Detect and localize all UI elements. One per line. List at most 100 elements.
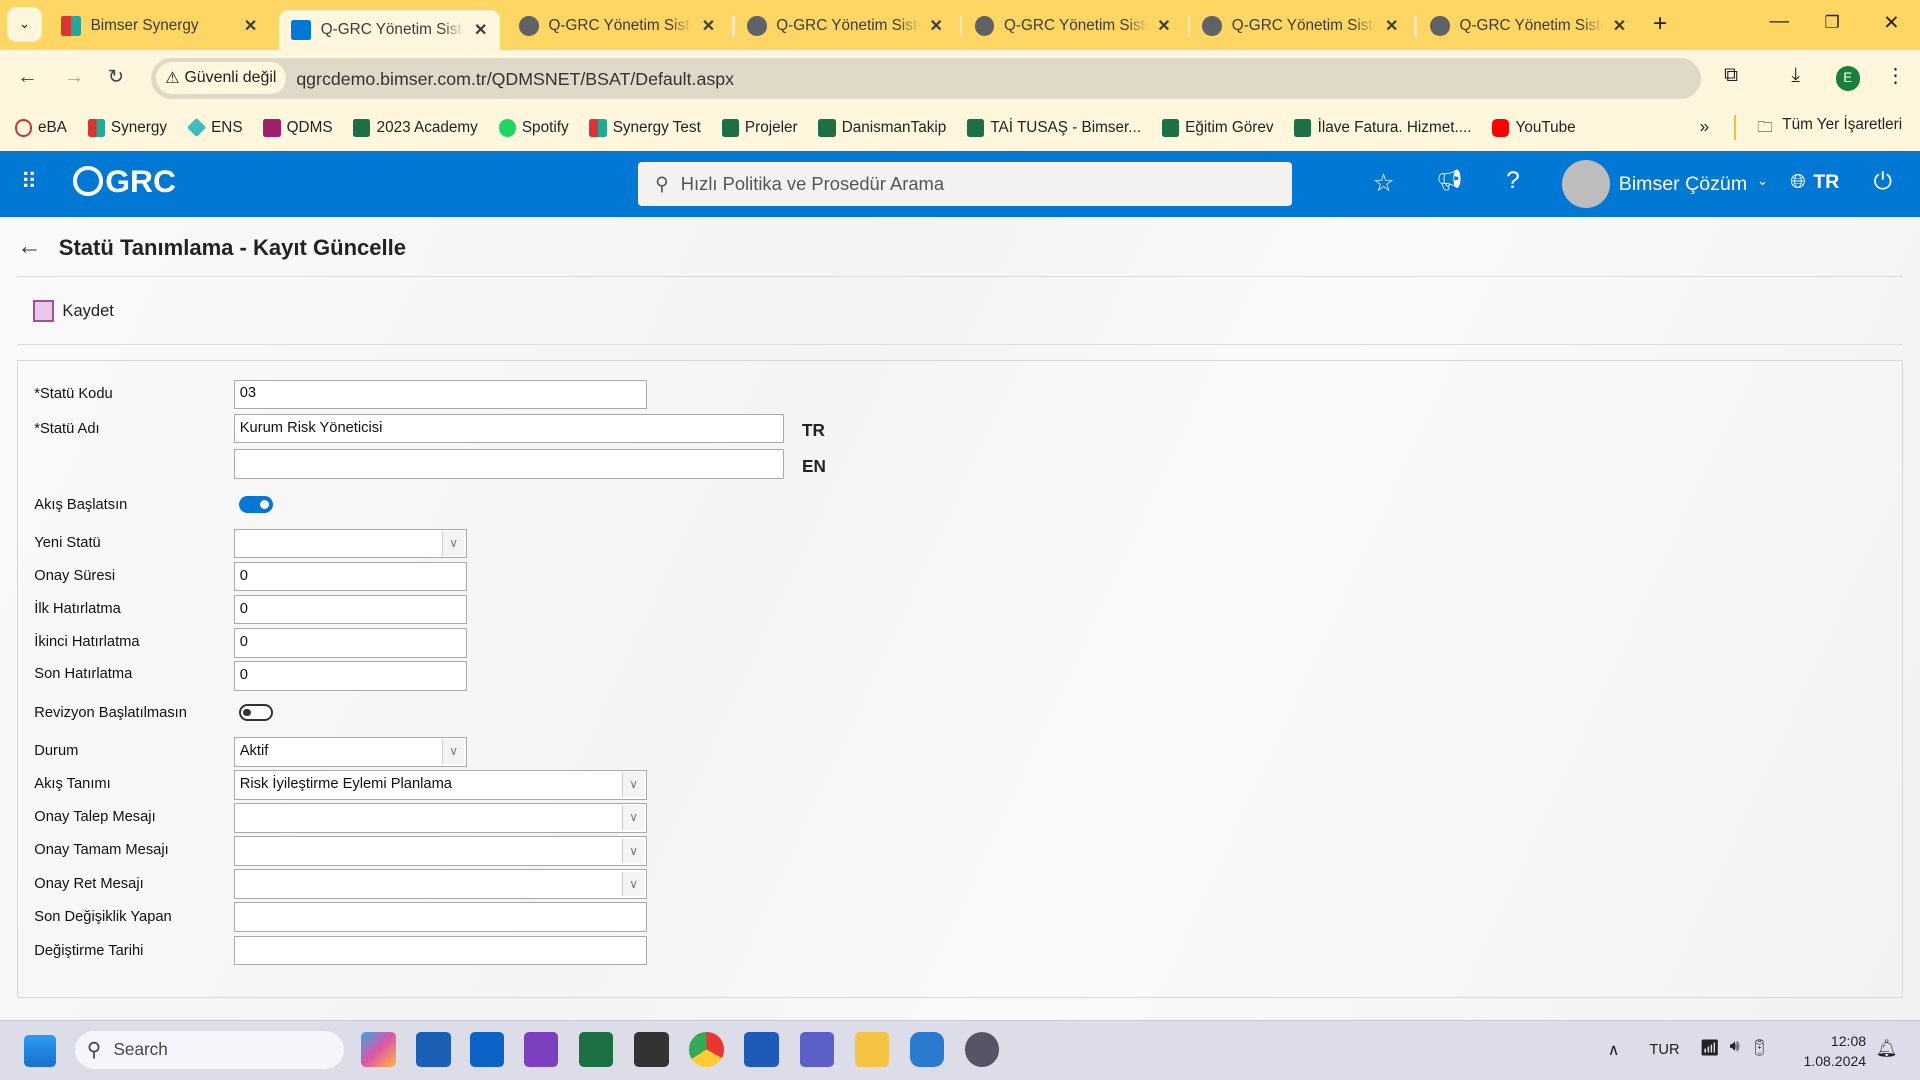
reload-icon[interactable]: ↻ [108, 65, 124, 89]
start-flow-toggle[interactable] [238, 495, 274, 514]
language-selector[interactable]: 🌐︎ TR [1790, 171, 1839, 194]
tab-qgrc[interactable]: Q-GRC Yönetim Sistemi ✕ [1190, 7, 1410, 44]
url-text[interactable]: qgrcdemo.bimser.com.tr/QDMSNET/BSAT/Defa… [296, 69, 734, 90]
bookmark-2023-academy[interactable]: 2023 Academy [353, 119, 478, 137]
extensions-icon[interactable]: ⧉ [1724, 64, 1738, 87]
tab-bimser-synergy[interactable]: Bimser Synergy ✕ [49, 7, 269, 44]
bookmark-egitim-gorev[interactable]: Eğitim Görev [1161, 119, 1274, 137]
all-bookmarks[interactable]: 🗀 Tüm Yer İşaretleri [1757, 116, 1902, 142]
chevron-down-icon[interactable]: ∨ [442, 739, 465, 764]
bookmark-label: İlave Fatura. Hizmet.... [1317, 118, 1472, 136]
back-arrow-icon[interactable]: ← [17, 233, 41, 261]
system-tray[interactable]: 📶︎ 🔊︎ 🔋︎ [1700, 1038, 1770, 1058]
tab-qgrc-active[interactable]: Q-GRC Yönetim Sistemi ✕ [279, 9, 500, 51]
input-language[interactable]: TUR [1649, 1042, 1679, 1058]
menu-icon[interactable]: ⋮ [1886, 64, 1906, 88]
user-menu[interactable]: Bimser Çözüm ⌄ [1619, 173, 1768, 196]
approval-done-msg-select[interactable]: ∨ [233, 836, 647, 866]
first-reminder-input[interactable]: 0 [233, 595, 467, 625]
profile-avatar[interactable]: E [1835, 66, 1860, 91]
file-explorer-icon[interactable] [854, 1032, 889, 1067]
close-tab-icon[interactable]: ✕ [1385, 16, 1398, 36]
app-launcher-icon[interactable]: ⠿ [21, 169, 37, 195]
chevron-down-icon[interactable]: ∨ [622, 772, 645, 797]
close-window-button[interactable]: ✕ [1883, 11, 1899, 35]
minimize-button[interactable]: — [1769, 10, 1789, 33]
close-tab-icon[interactable]: ✕ [1613, 16, 1626, 36]
bookmark-danismantakip[interactable]: DanismanTakip [818, 119, 946, 137]
chevron-down-icon[interactable]: ∨ [622, 805, 645, 830]
state-select[interactable]: Aktif ∨ [233, 737, 467, 767]
bookmark-synergy[interactable]: Synergy [87, 119, 167, 137]
sticky-notes-icon[interactable] [634, 1032, 669, 1067]
bookmark-youtube[interactable]: YouTube [1492, 119, 1576, 137]
bookmark-ens[interactable]: ENS [186, 118, 243, 138]
tab-qgrc[interactable]: Q-GRC Yönetim Sistemi ✕ [1418, 7, 1638, 44]
close-tab-icon[interactable]: ✕ [474, 20, 487, 40]
close-tab-icon[interactable]: ✕ [702, 16, 715, 36]
modified-date-input[interactable] [233, 935, 647, 965]
settings-gear-icon[interactable] [964, 1032, 1000, 1067]
bookmark-synergy-test[interactable]: Synergy Test [589, 119, 701, 137]
user-avatar[interactable] [1562, 160, 1611, 209]
onenote-icon[interactable] [524, 1032, 559, 1067]
status-code-input[interactable]: 03 [233, 379, 647, 409]
chrome-icon[interactable] [689, 1032, 724, 1067]
copilot-icon[interactable] [361, 1032, 396, 1067]
logout-power-icon[interactable]: ⏻ [1873, 168, 1891, 195]
forward-icon[interactable]: → [64, 65, 85, 89]
qgrc-logo[interactable]: GRC [73, 163, 176, 200]
new-tab-button[interactable]: + [1653, 10, 1667, 38]
approval-duration-input[interactable]: 0 [233, 562, 467, 592]
bookmark-projeler[interactable]: Projeler [721, 119, 798, 137]
chevron-down-icon[interactable]: ∨ [622, 871, 645, 897]
tab-qgrc[interactable]: Q-GRC Yönetim Sistemi ✕ [735, 7, 955, 44]
more-bookmarks-icon[interactable]: » [1700, 116, 1710, 137]
show-hidden-icons[interactable]: ∧ [1608, 1040, 1620, 1060]
word-icon[interactable] [744, 1032, 779, 1067]
save-button[interactable]: Kaydet [33, 300, 114, 323]
announcements-megaphone-icon[interactable]: 📢︎ [1436, 169, 1462, 193]
favorites-star-icon[interactable]: ☆ [1373, 168, 1395, 198]
bookmark-tai-tusas[interactable]: TAİ TUSAŞ - Bimser... [967, 119, 1141, 137]
bookmark-qdms[interactable]: QDMS [263, 119, 333, 137]
defender-icon[interactable] [909, 1032, 945, 1067]
date: 1.08.2024 [1803, 1052, 1867, 1069]
teams-icon[interactable] [799, 1032, 834, 1067]
new-status-select[interactable]: ∨ [233, 528, 467, 559]
close-tab-icon[interactable]: ✕ [1157, 16, 1170, 36]
excel-icon[interactable] [579, 1032, 614, 1067]
status-name-tr-input[interactable]: Kurum Risk Yöneticisi [233, 413, 784, 444]
status-name-en-input[interactable] [233, 449, 784, 479]
close-tab-icon[interactable]: ✕ [244, 16, 257, 36]
widgets-icon[interactable] [416, 1032, 451, 1067]
tab-qgrc[interactable]: Q-GRC Yönetim Sistemi ✕ [507, 7, 727, 44]
bookmark-eba[interactable]: eBA [14, 119, 67, 137]
bookmark-ilave-fatura[interactable]: İlave Fatura. Hizmet.... [1294, 119, 1471, 137]
last-reminder-input[interactable]: 0 [233, 661, 467, 691]
notification-bell-icon[interactable]: 🔔︎ [1876, 1038, 1898, 1059]
chevron-down-icon: ⌄ [1756, 172, 1769, 188]
help-icon[interactable]: ? [1506, 167, 1520, 195]
outlook-icon[interactable] [470, 1032, 505, 1067]
windows-start-icon[interactable] [24, 1034, 57, 1067]
chevron-down-icon[interactable]: ∨ [442, 531, 465, 556]
security-chip[interactable]: ⚠ Güvenli değil [155, 62, 287, 95]
download-icon[interactable]: ⤓ [1791, 64, 1800, 87]
approval-reject-msg-select[interactable]: ∨ [233, 869, 647, 899]
tab-qgrc[interactable]: Q-GRC Yönetim Sistemi ✕ [962, 7, 1182, 44]
restore-button[interactable]: ❐ [1824, 12, 1839, 33]
policy-search-input[interactable]: ⚲ Hızlı Politika ve Prosedür Arama [637, 161, 1292, 206]
bookmark-spotify[interactable]: Spotify [498, 119, 569, 137]
approval-request-msg-select[interactable]: ∨ [233, 803, 647, 833]
clock[interactable]: 12:08 1.08.2024 [1798, 1032, 1867, 1071]
tab-search-button[interactable]: ⌄ [7, 7, 42, 42]
second-reminder-input[interactable]: 0 [233, 628, 467, 658]
taskbar-search[interactable]: ⚲ Search [74, 1031, 345, 1069]
back-icon[interactable]: ← [17, 65, 38, 89]
no-revision-toggle[interactable] [238, 704, 274, 722]
chevron-down-icon[interactable]: ∨ [622, 838, 645, 864]
last-modified-by-input[interactable] [233, 902, 647, 932]
close-tab-icon[interactable]: ✕ [930, 16, 943, 36]
flow-definition-select[interactable]: Risk İyileştirme Eylemi Planlama ∨ [233, 770, 647, 800]
